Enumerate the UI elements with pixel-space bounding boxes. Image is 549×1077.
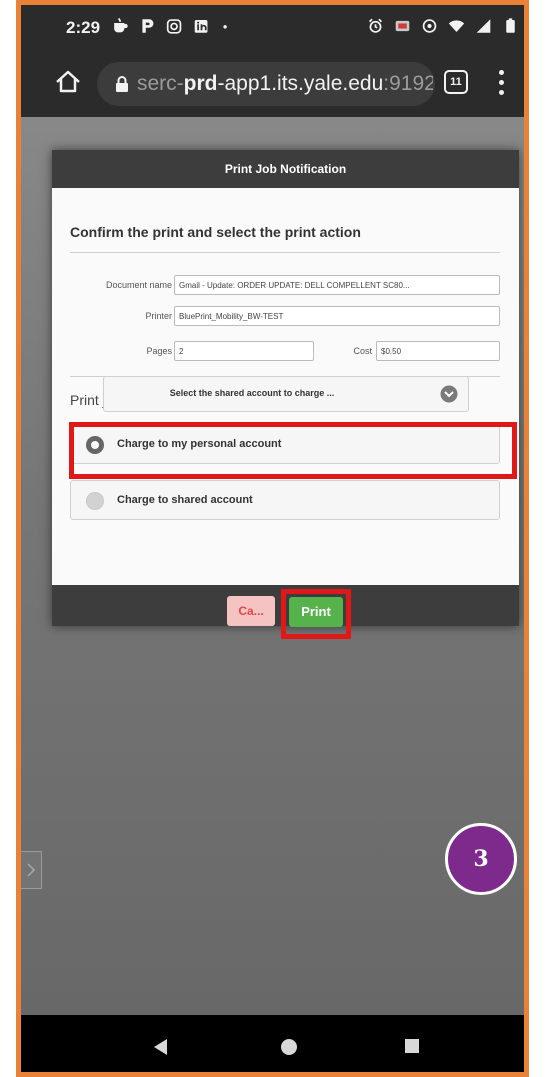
alarm-icon	[368, 18, 383, 33]
lock-icon	[116, 76, 128, 92]
status-time: 2:29	[66, 18, 101, 37]
coffee-notification-icon	[114, 17, 128, 33]
cost-field[interactable]: $0.50	[376, 341, 500, 361]
radio-unselected-icon[interactable]	[86, 492, 104, 510]
data-saver-icon	[422, 19, 437, 33]
document-name-label: Document name	[105, 280, 172, 290]
browser-address-bar: serc-prd-app1.its.yale.edu:9192 11	[21, 51, 524, 117]
highlight-box-personal-account	[69, 422, 517, 479]
battery-icon	[506, 18, 515, 33]
instagram-notification-icon	[166, 19, 182, 34]
cost-label: Cost	[353, 346, 372, 356]
divider	[70, 252, 500, 253]
home-nav-icon[interactable]	[281, 1039, 297, 1055]
url-prefix: serc-	[137, 72, 184, 95]
url-port: :9192	[383, 72, 433, 95]
parking-notification-icon	[142, 19, 154, 33]
pages-label: Pages	[146, 346, 172, 356]
shared-account-select-text: Select the shared account to charge ...	[169, 388, 335, 398]
pages-field[interactable]: 2	[174, 341, 314, 361]
option-shared-label: Charge to shared account	[117, 494, 253, 506]
more-notifications-dot-icon	[223, 25, 227, 29]
recent-apps-icon[interactable]	[405, 1039, 419, 1053]
linkedin-notification-icon	[194, 20, 208, 33]
chevron-right-icon	[27, 863, 36, 877]
step-number-badge: 3	[445, 823, 517, 895]
android-nav-bar	[21, 1015, 524, 1072]
page-content-overlay: Print Job Notification Confirm the print…	[21, 117, 524, 1015]
cancel-button[interactable]: Ca...	[227, 596, 275, 626]
side-panel-tab[interactable]	[21, 851, 42, 889]
option-shared-account[interactable]: Charge to shared account	[70, 480, 500, 520]
shared-account-select[interactable]: Select the shared account to charge ...	[103, 376, 469, 412]
phone-screenshot-frame: 2:29 serc-prd-app1.its.yale.edu:9192 11 …	[16, 0, 529, 1077]
url-bold-part: prd	[183, 72, 218, 95]
status-bar: 2:29	[21, 5, 524, 51]
back-icon[interactable]	[152, 1038, 170, 1056]
document-name-field[interactable]: Gmail - Update: ORDER UPDATE: DELL COMPE…	[174, 275, 500, 295]
chevron-down-icon	[440, 385, 458, 403]
url-host: -app1.its.yale.edu	[217, 72, 384, 95]
highlight-box-print-button	[281, 589, 351, 639]
confirm-heading: Confirm the print and select the print a…	[70, 224, 361, 240]
dialog-title: Print Job Notification	[52, 150, 519, 188]
overflow-menu-icon[interactable]	[496, 70, 506, 98]
battery-saver-icon	[395, 20, 410, 32]
home-icon[interactable]	[53, 67, 83, 97]
url-text: serc-prd-app1.its.yale.edu:9192	[137, 72, 433, 96]
printer-field[interactable]: BluePrint_Mobility_BW-TEST	[174, 306, 500, 326]
cell-signal-icon	[476, 19, 491, 33]
url-field[interactable]: serc-prd-app1.its.yale.edu:9192	[97, 62, 435, 106]
printer-label: Printer	[145, 311, 172, 321]
wifi-icon	[448, 20, 465, 32]
tab-switcher-button[interactable]: 11	[444, 70, 468, 94]
